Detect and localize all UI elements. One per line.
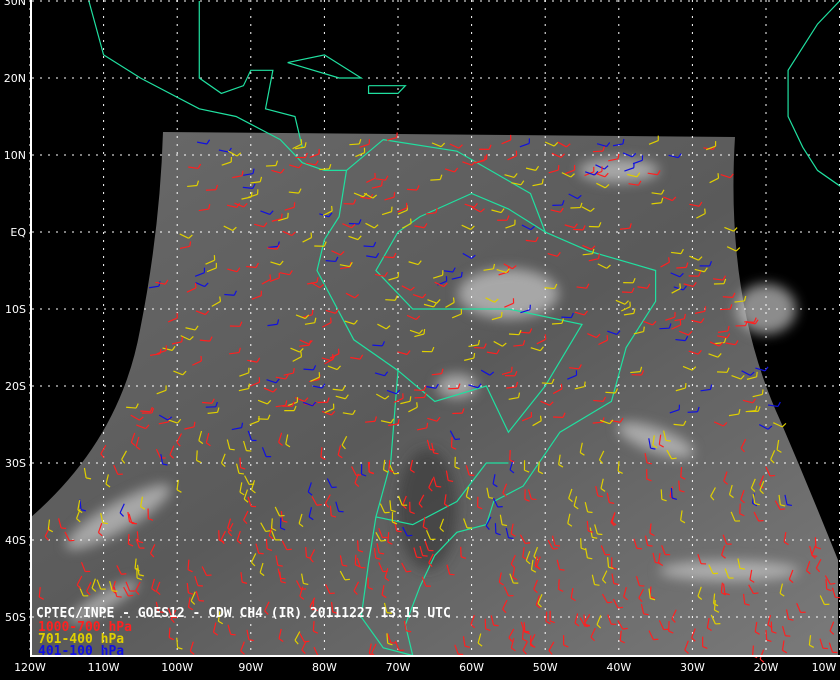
lon-label: 70W [386, 661, 411, 674]
legend-high: 401-100 hPa [38, 644, 124, 659]
satellite-wind-map: 30N 20N 10N EQ 10S 20S 30S 40S 50S 120W 110W 100W 90… [0, 0, 840, 680]
lat-label: 50S [5, 611, 26, 624]
lon-label: 60W [459, 661, 484, 674]
lon-label: 80W [312, 661, 337, 674]
lat-label: EQ [10, 226, 26, 239]
lon-label: 100W [161, 661, 193, 674]
map-title: CPTEC/INPE - GOES12 - CDW CH4 (IR) 20111… [36, 606, 451, 621]
coastline [787, 0, 840, 187]
lon-label: 30W [680, 661, 705, 674]
lon-label: 20W [754, 661, 779, 674]
lon-label: 50W [533, 661, 558, 674]
lat-label: 10S [5, 303, 26, 316]
lat-label: 10N [4, 149, 26, 162]
coastline [367, 85, 407, 95]
left-axis [30, 0, 32, 657]
map-canvas: 30N 20N 10N EQ 10S 20S 30S 40S 50S 120W 110W 100W 90… [4, 0, 840, 674]
lat-label: 40S [5, 534, 26, 547]
lat-label: 30S [5, 457, 26, 470]
lon-label: 10W [812, 661, 837, 674]
lat-label: 20N [4, 72, 26, 85]
coastline [287, 54, 364, 79]
lat-label: 20S [5, 380, 26, 393]
lon-label: 110W [88, 661, 120, 674]
lat-label: 30N [4, 0, 26, 8]
bottom-axis [30, 655, 840, 657]
lon-label: 120W [14, 661, 46, 674]
lon-label: 90W [238, 661, 263, 674]
lon-label: 40W [606, 661, 631, 674]
coastline [198, 1, 303, 148]
